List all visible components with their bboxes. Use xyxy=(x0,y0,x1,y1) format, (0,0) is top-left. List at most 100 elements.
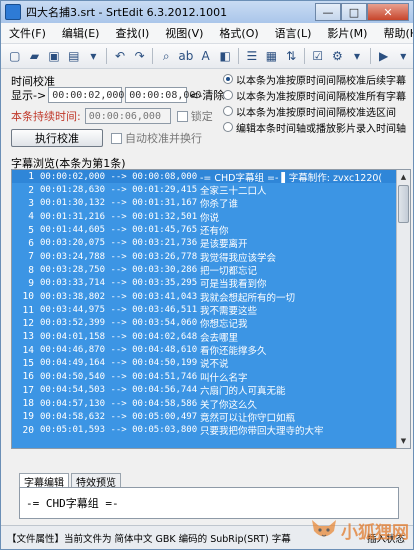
option-edit-timeline[interactable]: 编辑本条时间轴或播放影片录入时间轴 xyxy=(223,119,411,135)
row-timecode: 00:01:28,630 --> 00:01:29,415 xyxy=(40,185,198,196)
row-timecode: 00:04:58,632 --> 00:05:00,497 xyxy=(40,411,198,422)
scroll-up-icon[interactable]: ▲ xyxy=(397,170,410,184)
settings-icon[interactable]: ⚙ xyxy=(328,47,348,65)
row-text: 我就会想起所有的一切 xyxy=(200,292,296,304)
auto-calibrate-checkbox[interactable] xyxy=(111,132,122,144)
table-row[interactable]: 5 00:01:44,605 --> 00:01:45,765 还有你 xyxy=(12,223,396,237)
table-row[interactable]: 18 00:04:57,130 --> 00:04:58,586 关了你这么久 xyxy=(12,396,396,411)
menu-file[interactable]: 文件(F) xyxy=(1,25,54,41)
option-label: 以本条为准按原时间间隔校准选区间 xyxy=(236,107,396,119)
timing-row-show: 显示-> 00:00:02,000 00:00:08,000 <-清除 xyxy=(11,87,224,103)
table-row[interactable]: 13 00:04:01,158 --> 00:04:02,648 会去哪里 xyxy=(12,330,396,344)
table-row[interactable]: 17 00:04:54,503 --> 00:04:56,744 六扇门的人可真无能 xyxy=(12,383,396,397)
radio-button[interactable] xyxy=(223,90,233,100)
toolbar-separator xyxy=(369,48,371,64)
color-icon[interactable]: ◧ xyxy=(215,47,235,65)
redo-icon[interactable]: ↷ xyxy=(130,47,150,65)
play-icon[interactable]: ▶ xyxy=(374,47,394,65)
table-row[interactable]: 7 00:03:24,788 --> 00:03:26,778 我觉得我应该学会 xyxy=(12,250,396,264)
menu-view[interactable]: 视图(V) xyxy=(157,25,211,41)
menu-language[interactable]: 语言(L) xyxy=(267,25,320,41)
grid-icon[interactable]: ▦ xyxy=(262,47,282,65)
table-row[interactable]: 19 00:04:58,632 --> 00:05:00,497 竟然可以让你守口如… xyxy=(12,410,396,424)
scroll-down-icon[interactable]: ▼ xyxy=(397,434,410,448)
duration-input[interactable]: 00:00:06,000 xyxy=(84,108,171,124)
scroll-thumb[interactable] xyxy=(398,185,409,223)
table-row[interactable]: 6 00:03:20,075 --> 00:03:21,736 是该要离开 xyxy=(12,236,396,251)
option-all[interactable]: 以本条为准按原时间间隔校准所有字幕 xyxy=(223,87,411,103)
table-row[interactable]: 9 00:03:33,714 --> 00:03:35,295 可是当我看到你 xyxy=(12,276,396,291)
row-number: 7 xyxy=(28,251,34,263)
option-after[interactable]: 以本条为准按原时间间隔校准后续字幕 xyxy=(223,71,411,87)
table-row[interactable]: 14 00:04:46,870 --> 00:04:48,610 看你还能撑多久 xyxy=(12,343,396,357)
menu-edit[interactable]: 编辑(E) xyxy=(54,25,108,41)
table-row[interactable]: 3 00:01:30,132 --> 00:01:31,167 你杀了谁 xyxy=(12,196,396,211)
sort-icon[interactable]: ⇅ xyxy=(281,47,301,65)
row-number: 20 xyxy=(22,424,34,436)
menu-find[interactable]: 查找(I) xyxy=(107,25,157,41)
row-text: 还有你 xyxy=(200,226,229,237)
row-number: 13 xyxy=(22,331,34,343)
radio-button[interactable] xyxy=(223,74,233,84)
title-bar[interactable]: 四大名捕3.srt - SrtEdit 6.3.2012.1001 — □ ✕ xyxy=(1,1,413,23)
menu-help[interactable]: 帮助(H) xyxy=(375,25,413,41)
start-time-input[interactable]: 00:00:02,000 xyxy=(48,87,124,103)
option-label: 编辑本条时间轴或播放影片录入时间轴 xyxy=(236,123,406,135)
radio-button[interactable] xyxy=(223,122,233,132)
table-row[interactable]: 20 00:05:01,593 --> 00:05:03,800 只要我把你带回大理… xyxy=(12,423,396,437)
option-selection[interactable]: 以本条为准按原时间间隔校准选区间 xyxy=(223,103,411,119)
row-number: 18 xyxy=(22,398,34,410)
row-text: -= CHD字幕组 =- ▌字幕制作: zvxc1220( xyxy=(200,172,383,184)
subtitle-list[interactable]: 1 00:00:02,000 --> 00:00:08,000 -= CHD字幕组 … xyxy=(11,169,411,449)
row-text: 把一切都忘记 xyxy=(200,266,258,277)
table-row[interactable]: 4 00:01:31,216 --> 00:01:32,501 你说 xyxy=(12,210,396,224)
menu-format[interactable]: 格式(O) xyxy=(211,25,266,41)
save-as-icon[interactable]: ▤ xyxy=(64,47,84,65)
tab-subtitle-edit[interactable]: 字幕编辑 xyxy=(19,473,69,489)
tab-effect-preview[interactable]: 特效预览 xyxy=(71,473,121,489)
table-row[interactable]: 15 00:04:49,164 --> 00:04:50,199 说不说 xyxy=(12,356,396,371)
table-row[interactable]: 16 00:04:50,540 --> 00:04:51,746 叫什么名字 xyxy=(12,370,396,384)
row-text: 我不需要这些 xyxy=(200,306,258,317)
row-number: 6 xyxy=(28,237,34,249)
font-icon[interactable]: A xyxy=(196,47,216,65)
find-icon[interactable]: ⌕ xyxy=(156,47,176,65)
end-time-input[interactable]: 00:00:08,000 xyxy=(125,87,201,103)
subtitle-text-editor[interactable]: -= CHD字幕组 =- xyxy=(19,487,399,519)
close-button[interactable]: ✕ xyxy=(367,3,409,21)
row-text: 会去哪里 xyxy=(200,332,239,344)
open-folder-icon[interactable]: ▰ xyxy=(25,47,45,65)
list-icon[interactable]: ☰ xyxy=(242,47,262,65)
maximize-button[interactable]: □ xyxy=(341,3,367,21)
table-row[interactable]: 8 00:03:28,750 --> 00:03:30,286 把一切都忘记 xyxy=(12,263,396,277)
menu-movie[interactable]: 影片(M) xyxy=(319,25,375,41)
lock-checkbox[interactable] xyxy=(176,110,188,122)
row-timecode: 00:03:20,075 --> 00:03:21,736 xyxy=(40,238,198,249)
new-file-icon[interactable]: ▢ xyxy=(5,47,25,65)
dropdown-arrow-icon[interactable]: ▾ xyxy=(84,47,104,65)
minimize-button[interactable]: — xyxy=(315,3,341,21)
row-timecode: 00:04:50,540 --> 00:04:51,746 xyxy=(40,371,198,382)
dropdown-arrow-icon[interactable]: ▾ xyxy=(347,47,367,65)
replace-icon[interactable]: ab xyxy=(176,47,196,65)
clear-label[interactable]: <-清除 xyxy=(189,87,224,103)
dropdown-arrow-icon[interactable]: ▾ xyxy=(393,47,413,65)
vertical-scrollbar[interactable]: ▲ ▼ xyxy=(396,170,410,448)
table-row[interactable]: 2 00:01:28,630 --> 00:01:29,415 全家三十二口人 xyxy=(12,183,396,197)
save-icon[interactable]: ▣ xyxy=(44,47,64,65)
check-icon[interactable]: ☑ xyxy=(308,47,328,65)
row-text: 全家三十二口人 xyxy=(200,186,267,197)
lock-label: 锁定 xyxy=(190,110,213,123)
table-row[interactable]: 10 00:03:38,802 --> 00:03:41,043 我就会想起所有的一… xyxy=(12,290,396,304)
row-number: 10 xyxy=(22,291,34,303)
calibrate-button[interactable]: 执行校准 xyxy=(11,129,103,147)
toolbar-separator xyxy=(106,48,108,64)
table-row[interactable]: 12 00:03:52,399 --> 00:03:54,060 你想忘记我 xyxy=(12,316,396,331)
table-row[interactable]: 1 00:00:02,000 --> 00:00:08,000 -= CHD字幕组 … xyxy=(12,170,396,184)
radio-button[interactable] xyxy=(223,106,233,116)
row-timecode: 00:04:57,130 --> 00:04:58,586 xyxy=(40,398,198,409)
row-timecode: 00:03:38,802 --> 00:03:41,043 xyxy=(40,291,198,302)
row-text: 竟然可以让你守口如瓶 xyxy=(200,412,296,424)
table-row[interactable]: 11 00:03:44,975 --> 00:03:46,511 我不需要这些 xyxy=(12,303,396,317)
undo-icon[interactable]: ↶ xyxy=(110,47,130,65)
